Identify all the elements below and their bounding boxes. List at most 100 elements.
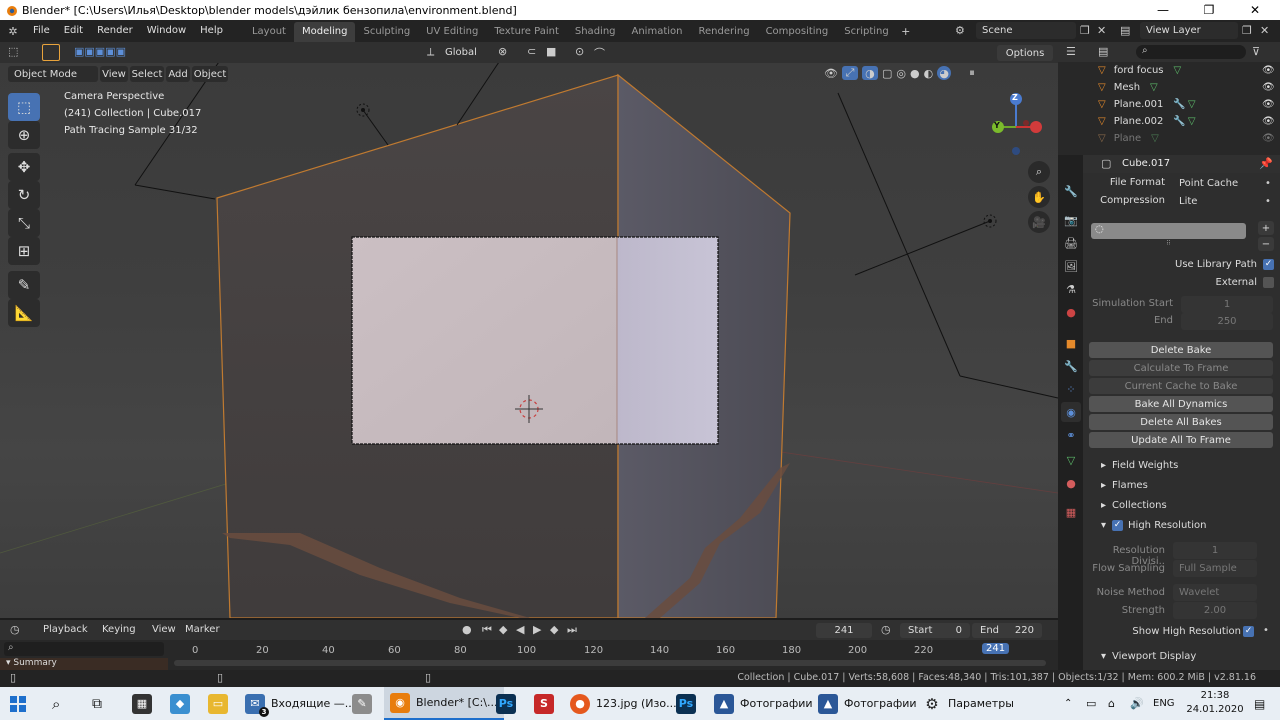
material-shading-icon[interactable]: ◐ [924,66,934,80]
view-layer-tab-icon[interactable]: 🖼 [1061,256,1081,276]
calculator-icon[interactable]: ▦ [132,687,152,720]
view-layer-icon[interactable]: ▤ [1120,24,1130,37]
end-field[interactable]: 250 [1181,313,1273,330]
outliner-row[interactable]: ▽ Plane.001 🔧 ▽ 👁 [1058,96,1280,113]
eye-icon[interactable]: 👁 [1262,99,1275,110]
eye-icon[interactable]: 👁 [1262,133,1275,144]
view-menu[interactable]: View [100,66,128,82]
current-frame-field[interactable]: 241 [816,623,872,638]
panel-viewport-display[interactable]: ▾ Viewport Display [1083,646,1280,666]
new-view-layer-icon[interactable]: ❐ [1242,24,1252,37]
timeline-ruler[interactable]: 0 20 40 60 80 100 120 140 160 180 200 22… [168,642,1058,670]
keyframe-dot-icon[interactable]: • [1265,196,1271,207]
xray-icon[interactable]: ▢ [882,66,892,80]
view-layer-field[interactable]: View Layer [1140,22,1238,39]
play-reverse-icon[interactable]: ◀ [516,623,524,636]
jump-end-icon[interactable]: ⏭ [567,623,577,637]
proportional-edit-icon[interactable]: ⊙ [575,45,584,58]
snap-icon[interactable]: ⊂ [527,45,536,58]
menu-help[interactable]: Help [193,20,230,42]
taskbar-app-settings[interactable]: ⚙ Параметры [922,687,1014,720]
object-tab-icon[interactable]: ■ [1061,333,1081,353]
panel-field-weights[interactable]: ▸ Field Weights [1083,455,1280,475]
tab-shading[interactable]: Shading [567,22,624,42]
scene-icon[interactable]: ⚙ [955,24,965,37]
use-library-path-checkbox[interactable]: ✓ [1263,259,1274,270]
show-high-resolution-checkbox[interactable]: ✓ [1243,626,1254,637]
prev-keyframe-icon[interactable]: ◆ [499,623,507,636]
outliner-row[interactable]: ▽ Plane ▽ 👁 [1058,130,1280,147]
jump-start-icon[interactable]: ⏮ [482,623,492,637]
record-icon[interactable]: ● [462,623,472,636]
tab-texture-paint[interactable]: Texture Paint [486,22,567,42]
3d-viewport[interactable]: ⬚ ⊕ ✥ ↻ ⤡ ⊞ ✎ 📐 Object Mode View Select … [0,63,1058,618]
tab-layout[interactable]: Layout [244,22,294,42]
clock[interactable]: 21:38 24.01.2020 [1186,689,1244,717]
tab-rendering[interactable]: Rendering [690,22,757,42]
taskbar-app-mail[interactable]: ✉ 3 Входящие —... [245,687,355,720]
summary-channel[interactable]: ▾ Summary [0,658,168,670]
pin-icon[interactable]: 📌 [1259,157,1273,170]
filter-icon[interactable]: ⊽ [1252,45,1260,58]
close-button[interactable]: ✕ [1232,0,1278,20]
pause-render-icon[interactable]: ⏸ [969,66,975,80]
notifications-icon[interactable]: ▤ [1254,687,1265,720]
noise-method-dropdown[interactable]: Wavelet [1173,584,1257,601]
outliner-row[interactable]: ▽ Mesh ▽ 👁 [1058,79,1280,96]
transform-orientation-dropdown[interactable]: Global [445,47,477,58]
panel-high-resolution[interactable]: ▾ ✓ High Resolution [1083,515,1280,535]
resolution-divisions-field[interactable]: 1 [1173,542,1257,559]
network-icon[interactable]: ▭ [1086,687,1096,720]
strength-field[interactable]: 2.00 [1173,602,1257,619]
scale-tool-button[interactable]: ⤡ [8,209,40,237]
taskbar-app-photos-2[interactable]: ▲ Фотографии [818,687,917,720]
outliner-row[interactable]: ▽ Plane.002 🔧 ▽ 👁 [1058,113,1280,130]
bake-all-dynamics-button[interactable]: Bake All Dynamics [1089,396,1273,412]
snap-target-icon[interactable]: ■ [546,45,556,58]
measure-tool-button[interactable]: 📐 [8,299,40,327]
file-explorer-icon[interactable]: ▭ [208,687,228,720]
constraints-tab-icon[interactable]: ⚭ [1061,425,1081,445]
transform-tool-button[interactable]: ⊞ [8,237,40,265]
falloff-icon[interactable]: ⌒ [594,45,605,61]
eye-icon[interactable]: 👁 [1262,82,1275,93]
flow-sampling-dropdown[interactable]: Full Sample [1173,560,1257,577]
paint-icon[interactable]: ✎ [352,687,372,720]
tab-modeling[interactable]: Modeling [293,22,356,42]
editor-type-icon[interactable]: ⬚ [8,45,18,58]
render-tab-icon[interactable]: 📷 [1061,210,1081,230]
panel-flames[interactable]: ▸ Flames [1083,475,1280,495]
tool-tab-icon[interactable]: 🔧 [1061,181,1081,201]
scene-tab-icon[interactable]: ⚗ [1061,279,1081,299]
current-cache-to-bake-button[interactable]: Current Cache to Bake [1089,378,1273,394]
overlay-toggle-icon[interactable]: ◑ [861,66,878,80]
outliner-search-input[interactable]: ⌕ [1136,45,1246,59]
tab-sculpting[interactable]: Sculpting [355,22,418,42]
view-menu[interactable]: View [152,624,176,635]
rotate-tool-button[interactable]: ↻ [8,181,40,209]
list-resize-handle[interactable]: ⁝⁝ [1091,239,1246,247]
particles-tab-icon[interactable]: ⁘ [1061,379,1081,399]
outliner-editor-icon[interactable]: ☰ [1066,45,1076,58]
menu-file[interactable]: File [26,20,57,42]
notes-icon[interactable]: ◆ [170,687,190,720]
object-menu[interactable]: Object [192,66,228,82]
keyframe-dot-icon[interactable]: • [1265,178,1271,189]
options-dropdown[interactable]: Options [997,45,1053,61]
zoom-icon[interactable]: ⌕ [1028,161,1050,183]
panel-collections[interactable]: ▸ Collections [1083,495,1280,515]
outliner-row[interactable]: ▽ ford focus ▽ 👁 [1058,62,1280,79]
maximize-button[interactable]: ❐ [1186,0,1232,20]
rendered-shading-icon[interactable]: ◕ [937,66,952,80]
marker-menu[interactable]: Marker [185,624,220,635]
mode-dropdown[interactable]: Object Mode [8,66,98,82]
playhead-frame[interactable]: 241 [982,643,1010,654]
timeline-editor-icon[interactable]: ◷ [10,623,20,636]
taskbar-app-photos-1[interactable]: ▲ Фотографии [714,687,813,720]
simulation-start-field[interactable]: 1 [1181,296,1273,313]
eye-icon[interactable]: 👁 [1262,65,1275,76]
taskbar-app-blender[interactable]: ◉ Blender* [C:\... [384,687,504,720]
new-scene-icon[interactable]: ❐ [1080,24,1090,37]
timeline-search-input[interactable]: ⌕ [4,642,164,656]
playback-menu[interactable]: Playback [43,624,88,635]
